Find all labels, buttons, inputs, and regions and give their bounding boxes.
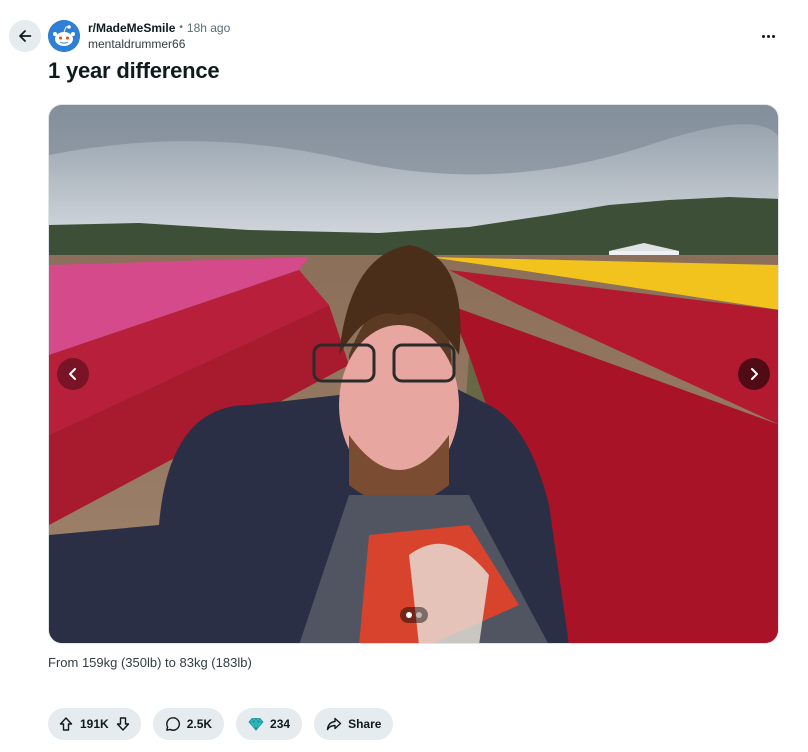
subreddit-link[interactable]: r/MadeMeSmile xyxy=(88,20,175,36)
post-actions: 191K 2.5K 234 Share xyxy=(48,708,394,740)
gem-icon xyxy=(248,717,264,732)
share-label: Share xyxy=(348,717,382,731)
more-horizontal-icon xyxy=(761,34,765,38)
share-arrow-icon xyxy=(326,717,342,731)
more-options-button[interactable] xyxy=(756,27,780,45)
downvote-button[interactable] xyxy=(113,714,133,734)
comment-bubble-icon xyxy=(165,717,180,731)
share-button[interactable]: Share xyxy=(314,708,394,740)
gallery-dot-2[interactable] xyxy=(415,612,422,618)
arrow-down-icon xyxy=(116,717,129,731)
gallery-prev-button[interactable] xyxy=(57,358,89,390)
arrow-left-icon xyxy=(19,30,32,42)
arrow-up-icon xyxy=(59,717,73,731)
snoo-icon xyxy=(48,20,80,52)
back-button[interactable] xyxy=(9,20,41,52)
chevron-right-icon xyxy=(751,368,758,380)
author-link[interactable]: mentaldrummer66 xyxy=(88,36,230,52)
gallery-next-button[interactable] xyxy=(738,358,770,390)
comments-button[interactable]: 2.5K xyxy=(152,708,225,740)
chevron-left-icon xyxy=(69,368,76,380)
post-time: 18h ago xyxy=(186,21,231,35)
subreddit-avatar[interactable] xyxy=(48,20,80,52)
award-count: 234 xyxy=(270,717,291,731)
post-meta: r/MadeMeSmile • 18h ago mentaldrummer66 xyxy=(88,20,230,52)
upvote-button[interactable] xyxy=(56,714,76,734)
gallery-dot-1[interactable] xyxy=(405,612,412,618)
post-photo xyxy=(49,105,778,643)
vote-count: 191K xyxy=(80,717,109,731)
gallery-indicator xyxy=(399,607,428,623)
post-image-gallery[interactable] xyxy=(48,104,779,644)
meta-separator: • xyxy=(179,22,183,33)
comment-count: 2.5K xyxy=(186,717,213,731)
post-title: 1 year difference xyxy=(48,58,220,83)
post-caption: From 159kg (350lb) to 83kg (183lb) xyxy=(48,655,252,670)
vote-control: 191K xyxy=(48,708,141,740)
award-button[interactable]: 234 xyxy=(236,708,303,740)
